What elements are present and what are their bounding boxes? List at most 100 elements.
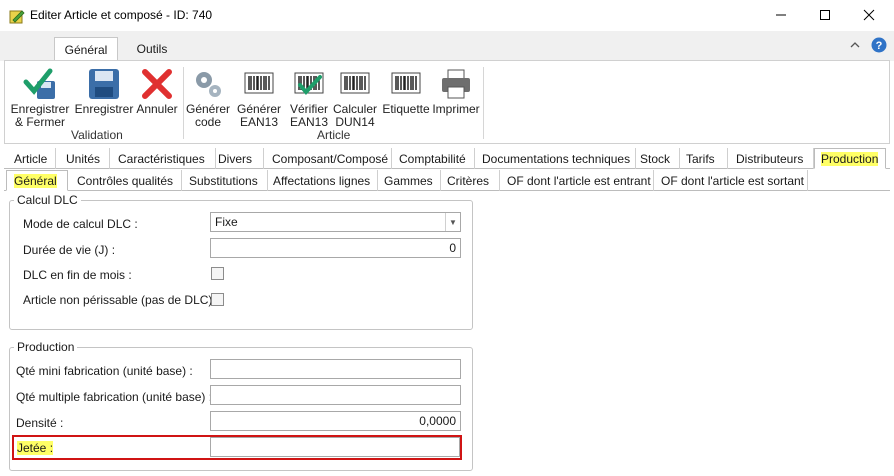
tab-label: Caractéristiques [118, 151, 205, 166]
tab-production[interactable]: Production [814, 148, 886, 169]
subtab-substitutions[interactable]: Substitutions [182, 170, 268, 191]
minimize-button[interactable] [758, 0, 804, 30]
group-label-validation: Validation [71, 128, 123, 142]
tab-documentations-techniques[interactable]: Documentations techniques [476, 148, 636, 169]
subtab-label: OF dont l'article est entrant [507, 173, 651, 188]
mode-calcul-dlc-label: Mode de calcul DLC : [23, 217, 138, 231]
cancel-button[interactable]: Annuler [135, 67, 179, 116]
densite-label: Densité : [16, 416, 64, 430]
chevron-down-icon: ▼ [445, 213, 460, 231]
tab-label: Divers [218, 151, 253, 166]
subtab-label: Affectations lignes [273, 173, 371, 188]
group-separator [483, 67, 484, 139]
subtab-of-entrant[interactable]: OF dont l'article est entrant [500, 170, 654, 191]
generate-code-label-2: code [194, 115, 222, 129]
floppy-disk-icon [89, 69, 119, 99]
subtab-label: Contrôles qualités [77, 173, 174, 188]
tab-label: Unités [66, 151, 101, 166]
generate-code-button[interactable]: Générer code [185, 67, 231, 129]
verify-ean13-button[interactable]: Vérifier EAN13 [285, 67, 333, 129]
tab-label: Distributeurs [736, 151, 804, 166]
help-icon[interactable]: ? [871, 37, 887, 53]
subtab-label: Substitutions [189, 173, 258, 188]
ribbon-tab-outils[interactable]: Outils [124, 37, 180, 61]
qte-mini-input[interactable] [210, 359, 461, 379]
mode-calcul-dlc-select[interactable]: Fixe ▼ [210, 212, 461, 232]
subtab-of-sortant[interactable]: OF dont l'article est sortant [654, 170, 808, 191]
dlc-fin-mois-label: DLC en fin de mois : [23, 268, 132, 282]
tab-caracteristiques[interactable]: Caractéristiques [112, 148, 216, 169]
cancel-label: Annuler [136, 102, 178, 116]
save-close-button[interactable]: Enregistrer & Fermer [11, 67, 69, 129]
window-title: Editer Article et composé - ID: 740 [30, 8, 213, 22]
tab-tarifs[interactable]: Tarifs [680, 148, 728, 169]
qte-mini-label: Qté mini fabrication (unité base) : [16, 364, 193, 378]
subtab-label: Général [14, 173, 57, 188]
print-label: Imprimer [432, 102, 480, 116]
qte-multiple-input[interactable] [210, 385, 461, 405]
tab-comptabilite[interactable]: Comptabilité [393, 148, 475, 169]
title-bar: Editer Article et composé - ID: 740 [0, 0, 894, 31]
subtab-affectations-lignes[interactable]: Affectations lignes [266, 170, 378, 191]
calcul-dlc-title: Calcul DLC [14, 193, 81, 207]
save-close-icon [23, 68, 55, 99]
duree-vie-value: 0 [449, 241, 456, 255]
label-button-label: Etiquette [382, 102, 430, 116]
article-non-perissable-checkbox[interactable] [211, 293, 224, 306]
duree-vie-input[interactable]: 0 [210, 238, 461, 258]
densite-input[interactable]: 0,0000 [210, 411, 461, 431]
subtab-label: Critères [447, 173, 490, 188]
qte-multiple-label: Qté multiple fabrication (unité base) : [16, 390, 213, 404]
mode-calcul-dlc-value: Fixe [215, 215, 238, 229]
save-label: Enregistrer [74, 102, 134, 116]
subtab-controles-qualites[interactable]: Contrôles qualités [70, 170, 182, 191]
tab-article[interactable]: Article [8, 148, 56, 169]
article-non-perissable-label: Article non périssable (pas de DLC) : [23, 293, 220, 307]
save-button[interactable]: Enregistrer [75, 67, 133, 116]
print-button[interactable]: Imprimer [431, 67, 481, 116]
maximize-icon [820, 10, 830, 20]
maximize-button[interactable] [802, 0, 848, 30]
production-title: Production [14, 340, 78, 354]
save-close-label-2: & Fermer [14, 115, 65, 129]
tab-composant-compose[interactable]: Composant/Composé [266, 148, 392, 169]
gears-icon [196, 72, 221, 97]
barcode-check-icon [294, 72, 324, 95]
tab-unites[interactable]: Unités [60, 148, 110, 169]
sub-tab-strip: Général Contrôles qualités Substitutions… [4, 170, 890, 191]
annotation-highlight-box [12, 435, 462, 460]
tab-divers[interactable]: Divers [212, 148, 264, 169]
duree-vie-label: Durée de vie (J) : [23, 243, 116, 257]
tab-label: Tarifs [686, 151, 715, 166]
subtab-label: OF dont l'article est sortant [661, 173, 805, 188]
subtab-general[interactable]: Général [6, 170, 68, 191]
ribbon-tab-general[interactable]: Général [54, 37, 118, 61]
generate-ean13-button[interactable]: Générer EAN13 [235, 67, 283, 129]
main-tab-strip: Article Unités Caractéristiques Divers C… [4, 148, 890, 169]
tab-label: Documentations techniques [482, 151, 631, 166]
subtab-criteres[interactable]: Critères [440, 170, 500, 191]
group-label-article: Article [317, 128, 351, 142]
calculate-dun14-button[interactable]: Calculer DUN14 [329, 67, 381, 129]
tab-label: Stock [640, 151, 671, 166]
printer-icon [442, 69, 470, 99]
subtab-gammes[interactable]: Gammes [377, 170, 441, 191]
tab-label: Article [14, 151, 48, 166]
close-button[interactable] [846, 0, 892, 30]
collapse-ribbon-icon[interactable] [850, 40, 860, 50]
svg-text:?: ? [876, 40, 883, 52]
minimize-icon [776, 14, 786, 16]
app-pencil-icon [9, 10, 25, 24]
tab-label: Composant/Composé [272, 151, 389, 166]
dlc-fin-mois-checkbox[interactable] [211, 267, 224, 280]
red-x-icon [142, 69, 172, 99]
densite-value: 0,0000 [419, 414, 456, 428]
barcode-icon [340, 72, 370, 94]
subtab-label: Gammes [384, 173, 433, 188]
barcode-icon [391, 72, 421, 94]
ribbon-panel: Enregistrer & Fermer Enregistrer Annuler… [4, 60, 890, 144]
tab-stock[interactable]: Stock [634, 148, 680, 169]
tab-distributeurs[interactable]: Distributeurs [730, 148, 814, 169]
label-button[interactable]: Etiquette [381, 67, 431, 116]
close-icon [863, 9, 875, 21]
